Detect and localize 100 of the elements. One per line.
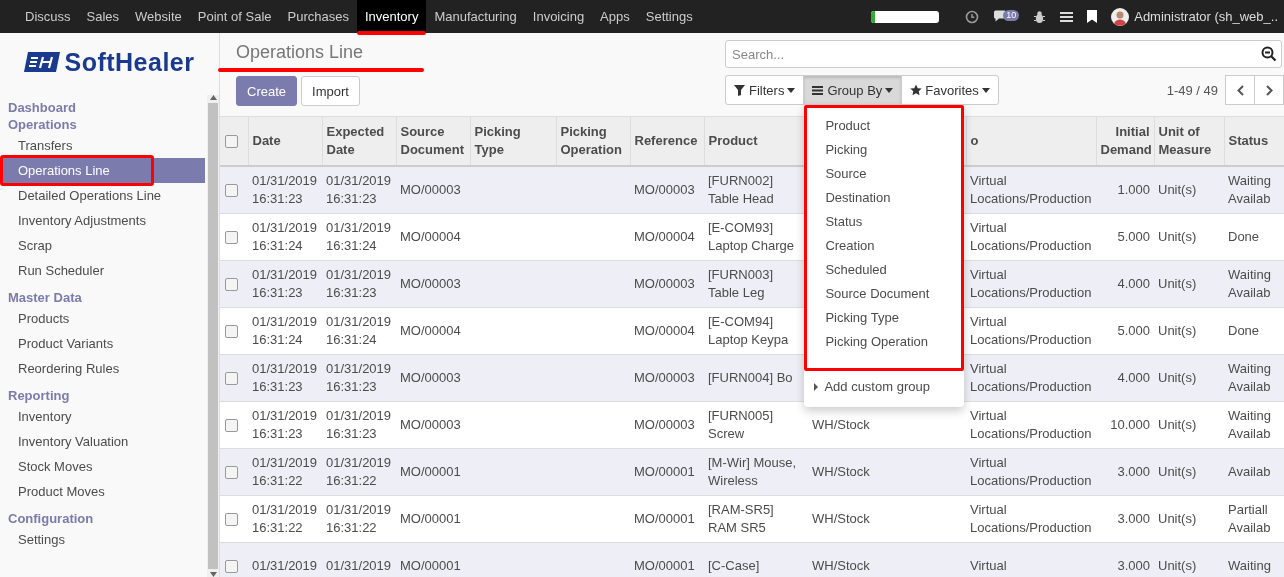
table-cell: 01/31/2019 16:31:23 <box>248 260 322 307</box>
row-checkbox[interactable] <box>225 324 238 338</box>
sidebar-item[interactable]: Products <box>0 306 205 331</box>
table-cell: MO/00003 <box>396 166 470 213</box>
table-cell: 3.000 <box>1096 542 1154 577</box>
table-cell: [M-Wir] Mouse, Wireless <box>704 448 808 495</box>
row-checkbox[interactable] <box>225 371 238 385</box>
table-cell: Waiting Availab <box>1224 166 1284 213</box>
column-header[interactable]: Initial Demand <box>1096 117 1154 166</box>
sidebar-item[interactable]: Inventory <box>0 404 205 429</box>
app-menu-item[interactable]: Settings <box>637 0 701 33</box>
column-header[interactable]: Expected Date <box>322 117 396 166</box>
previous-button[interactable] <box>1225 75 1255 105</box>
section-heading[interactable]: Dashboard <box>0 99 205 116</box>
row-checkbox[interactable] <box>225 277 238 291</box>
app-menu-item[interactable]: Apps <box>592 0 638 33</box>
row-checkbox[interactable] <box>225 418 238 432</box>
import-button[interactable]: Import <box>301 76 360 106</box>
sidebar-item[interactable]: Transfers <box>0 133 205 158</box>
user-name[interactable]: Administrator (sh_web_.. <box>1134 9 1278 24</box>
app-menu-item[interactable]: Point of Sale <box>189 0 280 33</box>
search-option-button[interactable]: Group By <box>803 75 903 105</box>
sidebar-item[interactable]: Inventory Adjustments <box>0 208 205 233</box>
dropdown-item[interactable]: Destination <box>807 186 962 210</box>
caret-icon <box>981 87 990 93</box>
clock-icon <box>965 9 980 24</box>
table-cell: Virtual Locations/Production <box>966 401 1096 448</box>
section-heading[interactable]: Configuration <box>0 510 205 527</box>
sidebar-item[interactable]: Scrap <box>0 233 205 258</box>
table-cell: Unit(s) <box>1154 542 1224 577</box>
bookmark-icon <box>1087 10 1098 23</box>
row-checkbox[interactable] <box>225 465 238 479</box>
table-cell: Virtual Locations/Production <box>966 307 1096 354</box>
app-menu-item[interactable]: Inventory <box>356 0 427 33</box>
dropdown-item[interactable]: Source <box>807 162 962 186</box>
table-cell: 01/31/2019 16:31:23 <box>248 401 322 448</box>
dropdown-item[interactable]: Picking Type <box>807 306 962 330</box>
table-cell: 01/31/2019 16:31:23 <box>248 354 322 401</box>
table-cell: [FURN004] Bo <box>704 354 808 401</box>
sidebar-item[interactable]: Detailed Operations Line <box>0 183 205 208</box>
chevron-left-icon <box>1236 84 1244 96</box>
dropdown-item[interactable]: Status <box>807 210 962 234</box>
next-button[interactable] <box>1254 75 1284 105</box>
table-cell: MO/00004 <box>630 307 704 354</box>
logo-text: SoftHealer <box>64 47 195 77</box>
app-menu-item[interactable]: Sales <box>78 0 128 33</box>
column-header[interactable]: Picking Operation <box>556 117 630 166</box>
sidebar-item[interactable]: Operations Line <box>0 158 205 183</box>
search-option-button[interactable]: Favorites <box>901 75 999 105</box>
row-checkbox[interactable] <box>225 230 238 244</box>
app-menu-item[interactable]: Invoicing <box>524 0 593 33</box>
row-checkbox[interactable] <box>225 559 238 573</box>
dropdown-item[interactable]: Source Document <box>807 282 962 306</box>
column-header[interactable]: Status <box>1224 117 1284 166</box>
app-menu-item[interactable]: Purchases <box>279 0 357 33</box>
table-cell: Virtual Locations/Production <box>966 354 1096 401</box>
sidebar-item[interactable]: Settings <box>0 527 205 552</box>
table-cell: [RAM-SR5] RAM SR5 <box>704 495 808 542</box>
section-heading[interactable]: Master Data <box>0 289 205 306</box>
dropdown-item[interactable]: Product <box>807 114 962 138</box>
app-menu-item[interactable]: Discuss <box>17 0 79 33</box>
scrollbar[interactable] <box>207 95 219 577</box>
search-option-button[interactable]: Filters <box>725 75 805 105</box>
sidebar-item[interactable]: Stock Moves <box>0 454 205 479</box>
bug-icon <box>1033 9 1047 24</box>
app-menu-item[interactable]: Website <box>127 0 190 33</box>
table-cell: Partiall Availab <box>1224 495 1284 542</box>
dropdown-item[interactable]: Scheduled <box>807 258 962 282</box>
app-menu-item[interactable]: Manufacturing <box>426 0 525 33</box>
sidebar-item[interactable]: Reordering Rules <box>0 356 205 381</box>
select-all-checkbox[interactable] <box>225 135 238 149</box>
sidebar-item[interactable]: Product Variants <box>0 331 205 356</box>
scrollbar-thumb[interactable] <box>208 103 218 569</box>
column-header[interactable]: Reference <box>630 117 704 166</box>
row-checkbox[interactable] <box>225 183 238 197</box>
column-header[interactable]: Source Document <box>396 117 470 166</box>
search-field[interactable]: Search... <box>725 40 1282 68</box>
row-checkbox[interactable] <box>225 512 238 526</box>
section-heading[interactable]: Operations <box>0 116 205 133</box>
table-cell: Virtual Locations/Production <box>966 495 1096 542</box>
dropdown-item[interactable]: Picking <box>807 138 962 162</box>
create-button[interactable]: Create <box>236 76 298 106</box>
table-cell: Unit(s) <box>1154 448 1224 495</box>
table-cell: MO/00001 <box>630 542 704 577</box>
section-heading[interactable]: Reporting <box>0 387 205 404</box>
table-cell: MO/00003 <box>630 401 704 448</box>
chevron-right-icon <box>1265 84 1273 96</box>
column-header[interactable]: Date <box>248 117 322 166</box>
table-cell: Waiting <box>1224 542 1284 577</box>
table-cell: MO/00003 <box>630 166 704 213</box>
table-cell: 01/31/2019 16:31:23 <box>248 166 322 213</box>
dropdown-item[interactable]: Creation <box>807 234 962 258</box>
column-header[interactable]: o <box>966 117 1096 166</box>
column-header[interactable]: Picking Type <box>470 117 556 166</box>
sidebar-item[interactable]: Inventory Valuation <box>0 429 205 454</box>
sidebar-item[interactable]: Run Scheduler <box>0 258 205 283</box>
dropdown-item[interactable]: Picking Operation <box>807 330 962 354</box>
sidebar-item[interactable]: Product Moves <box>0 479 205 504</box>
table-cell: 10.000 <box>1096 401 1154 448</box>
column-header[interactable]: Unit of Measure <box>1154 117 1224 166</box>
